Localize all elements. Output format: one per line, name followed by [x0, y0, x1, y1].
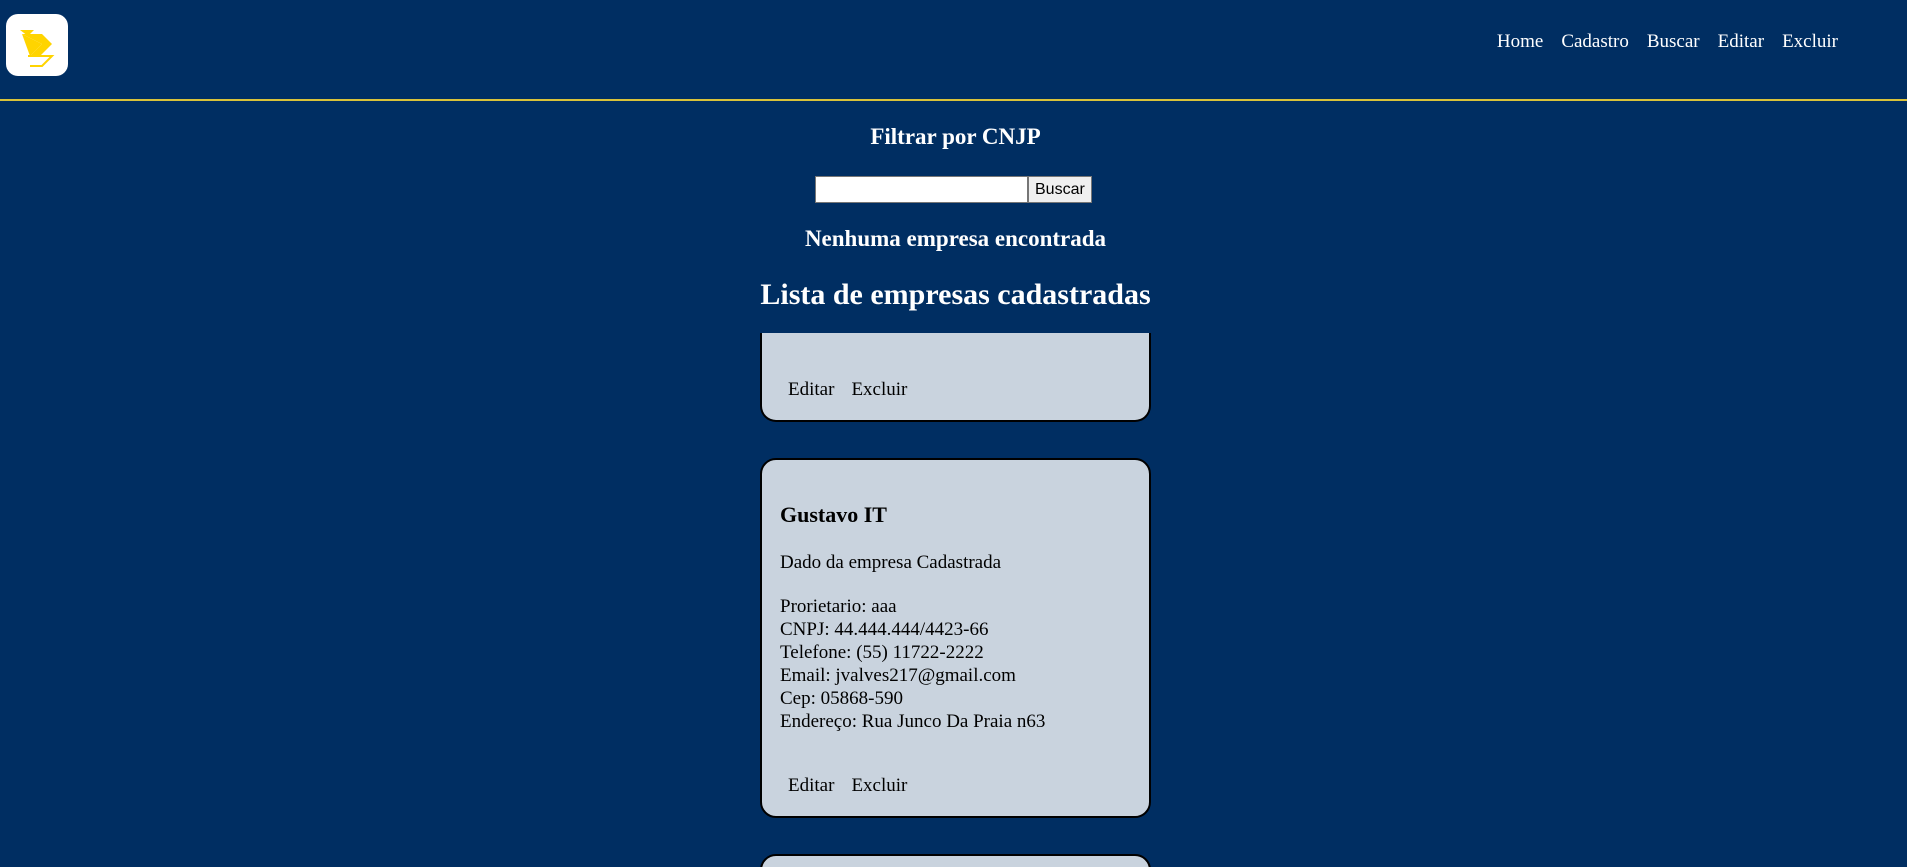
status-message: Nenhuma empresa encontrada: [804, 226, 1107, 251]
nav-home-link[interactable]: Home: [1497, 31, 1543, 53]
page: Home Cadastro Buscar Editar Excluir Filt…: [0, 0, 1907, 867]
company-card: Gustavo IT Dado da empresa Cadastrada Pr…: [760, 458, 1151, 818]
list-title: Lista de empresas cadastradas: [760, 278, 1151, 311]
nav-editar-link[interactable]: Editar: [1718, 31, 1764, 53]
nav-buscar-link[interactable]: Buscar: [1647, 31, 1700, 53]
filter-title: Filtrar por CNJP: [870, 124, 1041, 149]
edit-link[interactable]: Editar: [788, 379, 834, 401]
search-form: Buscar: [815, 176, 1092, 203]
cnpj-field: CNPJ: 44.444.444/4423-66: [780, 619, 989, 640]
company-subtitle: Dado da empresa Cadastrada: [780, 552, 1002, 573]
owner-field: Prorietario: aaa: [780, 596, 897, 617]
card-actions: Editar Excluir: [788, 379, 907, 401]
edit-link[interactable]: Editar: [788, 775, 834, 797]
logo-icon: [20, 30, 55, 67]
nav-excluir-link[interactable]: Excluir: [1782, 31, 1838, 53]
cep-field: Cep: 05868-590: [780, 688, 903, 709]
company-card: Editar Excluir: [760, 333, 1151, 422]
search-button[interactable]: Buscar: [1028, 176, 1092, 203]
email-field: Email: jvalves217@gmail.com: [780, 665, 1016, 686]
company-card: [760, 854, 1151, 867]
nav-cadastro-link[interactable]: Cadastro: [1561, 31, 1629, 53]
main-nav: Home Cadastro Buscar Editar Excluir: [1497, 31, 1838, 53]
delete-link[interactable]: Excluir: [851, 379, 907, 401]
cnpj-search-input[interactable]: [815, 176, 1028, 203]
header: Home Cadastro Buscar Editar Excluir: [0, 0, 1907, 101]
phone-field: Telefone: (55) 11722-2222: [780, 642, 984, 663]
card-actions: Editar Excluir: [788, 775, 907, 797]
delete-link[interactable]: Excluir: [851, 775, 907, 797]
company-name: Gustavo IT: [780, 502, 887, 527]
address-field: Endereço: Rua Junco Da Praia n63: [780, 711, 1046, 732]
company-details: Prorietario: aaa CNPJ: 44.444.444/4423-6…: [780, 595, 1045, 733]
logo[interactable]: [6, 14, 68, 76]
